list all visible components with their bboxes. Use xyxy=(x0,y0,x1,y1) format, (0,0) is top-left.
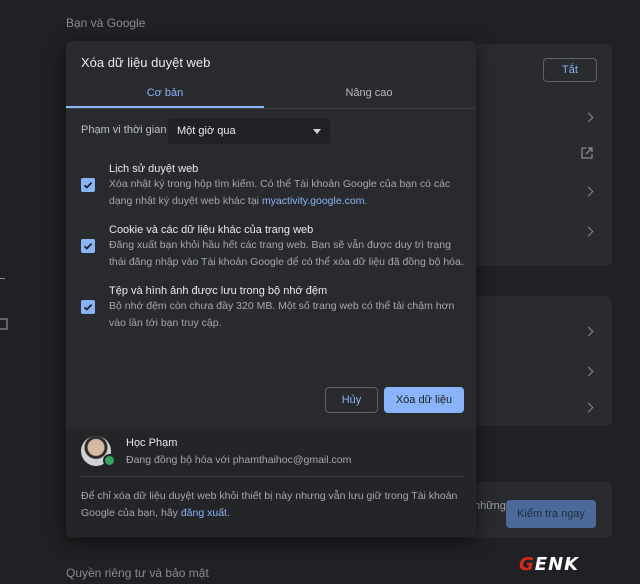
clear-data-button[interactable]: Xóa dữ liệu xyxy=(384,387,464,413)
time-range-select[interactable]: Một giờ qua xyxy=(168,118,330,144)
sign-out-link[interactable]: đăng xuất xyxy=(181,507,227,519)
tab-bar: Cơ bản Nâng cao xyxy=(66,79,476,107)
chevron-right-icon[interactable] xyxy=(583,366,594,377)
section-title-privacy: Quyền riêng tư và bảo mật xyxy=(66,566,209,580)
check-icon xyxy=(83,303,93,311)
genk-watermark-logo: G ENK xyxy=(519,553,580,575)
option-title: Cookie và các dữ liệu khác của trang web xyxy=(109,224,314,236)
tab-advanced[interactable]: Nâng cao xyxy=(270,79,468,107)
check-now-button[interactable]: Kiểm tra ngay xyxy=(506,500,596,528)
option-description: Đăng xuất bạn khỏi hầu hết các trang web… xyxy=(109,239,464,268)
dialog-title: Xóa dữ liệu duyệt web xyxy=(81,55,211,70)
side-dash xyxy=(0,278,5,279)
chevron-right-icon[interactable] xyxy=(583,112,594,123)
clear-browsing-data-dialog: Xóa dữ liệu duyệt web Cơ bản Nâng cao Ph… xyxy=(66,41,476,537)
account-name: Học Phạm xyxy=(126,437,178,449)
sync-icon xyxy=(103,454,116,467)
option-description: Xóa nhật ký trong hộp tìm kiếm. Có thể T… xyxy=(109,178,451,207)
dropdown-arrow-icon xyxy=(313,129,321,134)
option-description: Bộ nhớ đệm còn chưa đầy 320 MB. Một số t… xyxy=(109,300,455,329)
tab-basic[interactable]: Cơ bản xyxy=(66,79,264,107)
turn-off-sync-button[interactable]: Tắt xyxy=(543,58,597,82)
account-section: Học Phạm Đang đồng bộ hóa với phamthaiho… xyxy=(66,428,476,537)
tab-divider xyxy=(66,108,476,109)
time-range-value: Một giờ qua xyxy=(177,125,236,137)
time-range-label: Phạm vi thời gian xyxy=(81,124,167,136)
section-title-you-google: Bạn và Google xyxy=(66,16,146,30)
external-link-icon[interactable] xyxy=(581,147,593,159)
cancel-button[interactable]: Hủy xyxy=(325,387,378,413)
sign-out-note: Để chỉ xóa dữ liệu duyệt web khỏi thiết … xyxy=(81,490,458,519)
chevron-right-icon[interactable] xyxy=(583,186,594,197)
chevron-right-icon[interactable] xyxy=(583,326,594,337)
option-title: Lịch sử duyệt web xyxy=(109,163,199,175)
sync-status: Đang đồng bộ hóa với phamthaihoc@gmail.c… xyxy=(126,454,352,466)
divider xyxy=(81,476,463,477)
chevron-right-icon[interactable] xyxy=(583,402,594,413)
safety-check-text: những xyxy=(474,500,506,512)
checkbox-cookies[interactable] xyxy=(81,239,95,253)
myactivity-link[interactable]: myactivity.google.com xyxy=(262,195,365,207)
chevron-right-icon[interactable] xyxy=(583,226,594,237)
checkbox-cache[interactable] xyxy=(81,300,95,314)
check-icon xyxy=(83,242,93,250)
checkbox-browsing-history[interactable] xyxy=(81,178,95,192)
edit-icon xyxy=(0,318,8,330)
check-icon xyxy=(83,181,93,189)
option-title: Tệp và hình ảnh được lưu trong bộ nhớ đệ… xyxy=(109,285,328,297)
